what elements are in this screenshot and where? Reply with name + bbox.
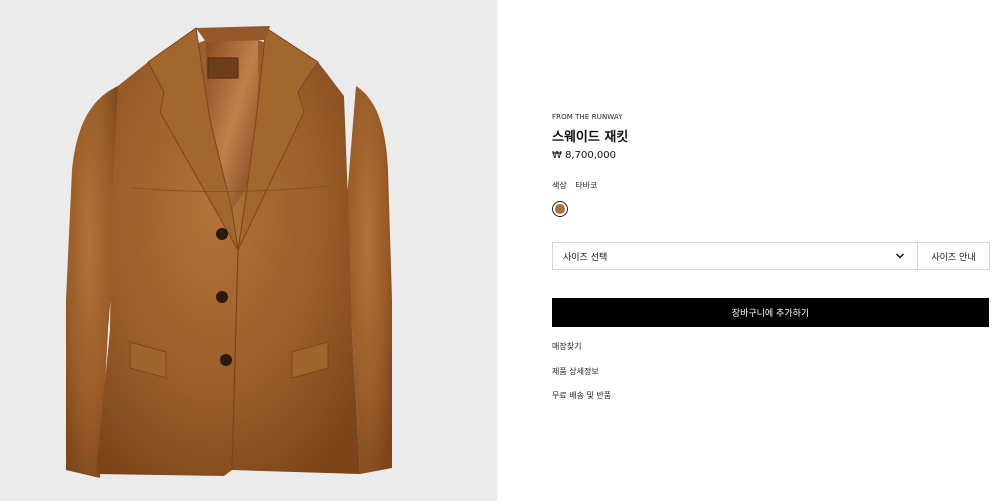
color-row: 색상 타바코 xyxy=(552,180,597,191)
add-to-cart-button[interactable]: 장바구니에 추가하기 xyxy=(552,298,989,327)
collection-label: FROM THE RUNWAY xyxy=(552,113,623,121)
suede-jacket-image xyxy=(66,26,392,478)
shipping-returns-link[interactable]: 무료 배송 및 반품 xyxy=(552,390,611,401)
size-guide-button[interactable]: 사이즈 안내 xyxy=(918,242,990,270)
chevron-down-icon xyxy=(895,253,905,259)
size-select-label: 사이즈 선택 xyxy=(563,252,608,263)
color-swatch-tobacco[interactable] xyxy=(552,201,568,217)
product-title: 스웨이드 재킷 xyxy=(552,130,629,145)
product-details-link[interactable]: 제품 상세정보 xyxy=(552,366,599,377)
product-page: FROM THE RUNWAY 스웨이드 재킷 ₩ 8,700,000 색상 타… xyxy=(0,0,1000,501)
swatch-fill xyxy=(555,204,565,214)
size-select-dropdown[interactable]: 사이즈 선택 xyxy=(552,242,918,270)
product-price: ₩ 8,700,000 xyxy=(552,150,616,161)
color-label: 색상 xyxy=(552,181,567,190)
product-info: FROM THE RUNWAY 스웨이드 재킷 ₩ 8,700,000 색상 타… xyxy=(552,0,990,501)
store-locator-link[interactable]: 매장찾기 xyxy=(552,341,581,352)
color-value: 타바코 xyxy=(575,181,598,190)
product-image-panel xyxy=(0,0,497,501)
